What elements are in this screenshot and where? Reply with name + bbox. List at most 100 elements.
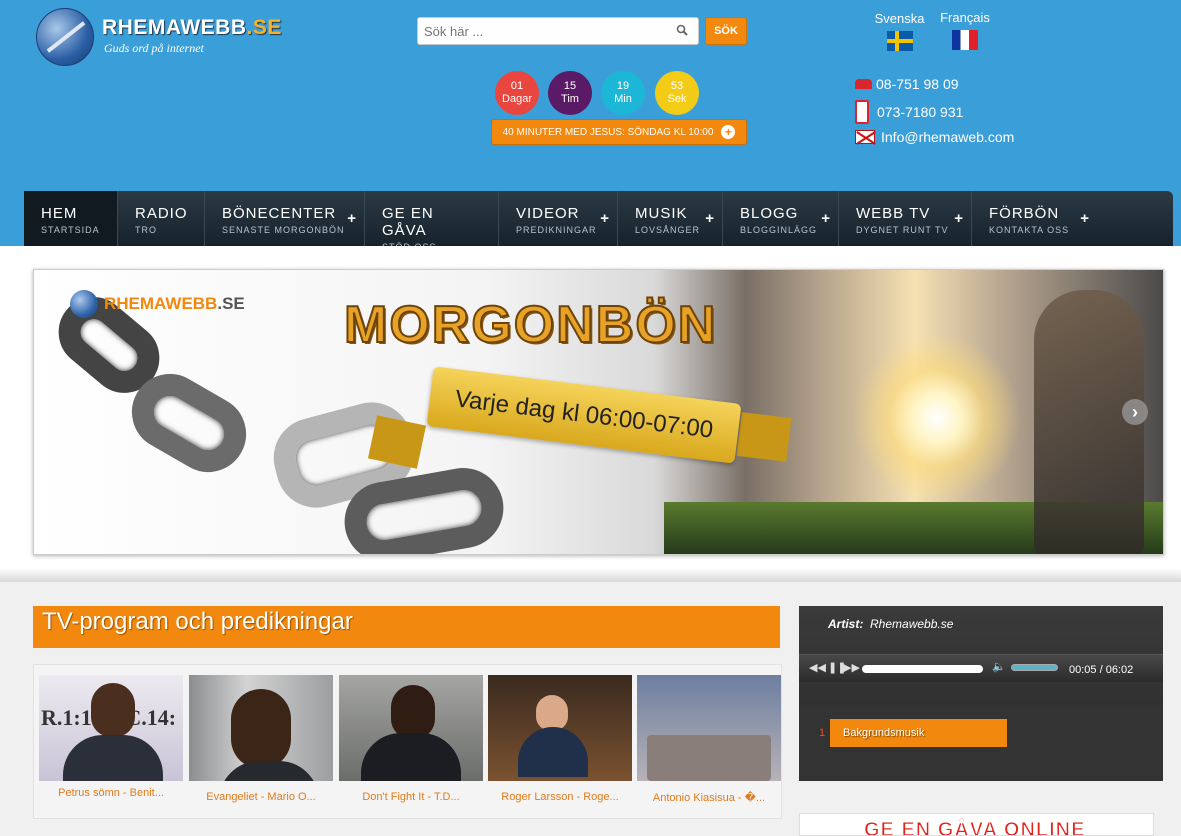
banner-title: MORGONBÖN <box>343 295 718 355</box>
countdown-seconds-unit: Sek <box>667 93 687 105</box>
video-thumbnail[interactable] <box>189 675 333 781</box>
expand-plus-icon[interactable]: + <box>705 210 714 227</box>
nav-item-hem[interactable]: HEM STARTSIDA <box>24 191 118 246</box>
video-thumbnail[interactable] <box>488 675 632 781</box>
contact-mobile-number: 073-7180 931 <box>877 104 964 120</box>
expand-plus-icon[interactable]: + <box>954 210 963 227</box>
sunrise-image <box>852 333 1022 503</box>
slider-next-arrow-icon[interactable]: › <box>1122 399 1148 425</box>
nav-item-musik[interactable]: MUSIK LOVSÅNGER + <box>618 191 723 246</box>
player-controls: ◀◀ ❚❚ ▶▶ 🔈 00:05 / 06:02 <box>799 654 1163 682</box>
volume-icon[interactable]: 🔈 <box>992 660 1006 673</box>
video-caption[interactable]: Antonio Kiasisua - �... <box>637 791 781 804</box>
nav-item-sub: KONTAKTA OSS <box>989 225 1070 235</box>
language-french[interactable]: Français <box>936 10 994 50</box>
event-button-label: 40 MINUTER MED JESUS: SÖNDAG KL 10:00 <box>502 126 714 138</box>
countdown-minutes-value: 19 <box>616 80 630 92</box>
nav-item-title: WEBB TV <box>856 205 931 222</box>
artist-info: Artist: Rhemawebb.se <box>828 617 953 631</box>
phone-icon <box>855 79 872 89</box>
countdown-hours-unit: Tim <box>561 93 579 105</box>
expand-plus-icon[interactable]: + <box>347 210 356 227</box>
artist-label: Artist: <box>828 617 864 631</box>
rewind-icon[interactable]: ◀◀ <box>809 661 826 674</box>
nav-item-forbon[interactable]: FÖRBÖN KONTAKTA OSS + <box>972 191 1097 246</box>
countdown-minutes: 19 Min <box>601 71 645 115</box>
nav-item-title: FÖRBÖN <box>989 205 1060 222</box>
nav-item-bonecenter[interactable]: BÖNECENTER SENASTE MORGONBÖN + <box>205 191 365 246</box>
search-icon[interactable] <box>676 24 688 36</box>
nav-item-videor[interactable]: VIDEOR PREDIKNINGAR + <box>499 191 618 246</box>
swedish-flag-icon <box>886 31 913 51</box>
site-logo[interactable]: RHEMAWEBB.SE Guds ord på internet <box>36 8 286 68</box>
contact-email-address[interactable]: Info@rhemaweb.com <box>881 129 1014 145</box>
nav-item-title: BLOGG <box>740 205 799 222</box>
countdown-days-value: 01 <box>510 80 524 92</box>
video-thumbnail[interactable]: R.1:17 OC.14: <box>39 675 183 781</box>
banner-logo-brand: RHEMAWEBB <box>104 294 218 313</box>
envelope-icon <box>855 130 875 144</box>
nav-item-sub: DYGNET RUNT TV <box>856 225 949 235</box>
expand-plus-icon[interactable]: + <box>600 210 609 227</box>
banner-logo-tld: .SE <box>217 294 245 313</box>
search-button[interactable]: SÖK <box>705 17 747 45</box>
fast-forward-icon[interactable]: ▶▶ <box>843 661 860 674</box>
search-input[interactable] <box>418 18 658 44</box>
nav-item-title: MUSIK <box>635 205 688 222</box>
video-thumbnail[interactable] <box>637 675 781 781</box>
artist-name: Rhemawebb.se <box>870 617 954 631</box>
nav-item-title: RADIO <box>135 205 188 222</box>
playlist-item[interactable]: Bakgrundsmusik <box>830 719 1007 747</box>
countdown-seconds-value: 53 <box>670 80 684 92</box>
video-thumbnail[interactable] <box>339 675 483 781</box>
volume-slider[interactable] <box>1011 664 1058 671</box>
nav-item-title: VIDEOR <box>516 205 580 222</box>
contact-phone: 08-751 98 09 <box>855 76 959 92</box>
nav-item-sub: LOVSÅNGER <box>635 225 701 235</box>
countdown-days-unit: Dagar <box>502 93 532 105</box>
music-player: Artist: Rhemawebb.se ◀◀ ❚❚ ▶▶ 🔈 00:05 / … <box>799 606 1163 781</box>
countdown-hours: 15 Tim <box>548 71 592 115</box>
logo-tagline: Guds ord på internet <box>104 41 204 55</box>
playlist-number: 1 <box>819 727 826 739</box>
video-list: R.1:17 OC.14: Petrus sömn - Benit... Eva… <box>33 664 782 819</box>
playlist: 1 Bakgrundsmusik <box>799 705 1163 781</box>
nav-item-radio[interactable]: RADIO TRO <box>118 191 205 246</box>
expand-plus-icon[interactable]: + <box>1080 210 1089 227</box>
ribbon-end <box>736 412 792 462</box>
search-box <box>417 17 699 45</box>
nav-item-sub: BLOGGINLÄGG <box>740 225 818 235</box>
language-swedish[interactable]: Svenska <box>872 11 927 51</box>
nav-item-title: GE EN GÅVA <box>382 205 434 239</box>
nav-item-ge-en-gava[interactable]: GE EN GÅVASTÖD OSS <box>365 191 499 252</box>
countdown-hours-value: 15 <box>563 80 577 92</box>
nav-item-sub: TRO <box>135 225 157 235</box>
gift-banner-text: GE EN GÅVA ONLINE <box>863 819 1086 836</box>
tv-section-heading: TV-program och predikningar <box>33 606 780 648</box>
logo-tld: .SE <box>246 16 282 39</box>
video-caption[interactable]: Don't Fight It - T.D... <box>339 791 483 803</box>
nav-item-webb-tv[interactable]: WEBB TV DYGNET RUNT TV + <box>839 191 972 246</box>
video-caption[interactable]: Evangeliet - Mario O... <box>189 791 333 803</box>
banner-ribbon-text: Varje dag kl 06:00-07:00 <box>453 385 715 444</box>
nav-item-title: HEM <box>41 205 78 222</box>
mobile-phone-icon <box>855 100 869 124</box>
french-flag-icon <box>952 30 978 50</box>
nav-item-sub: PREDIKNINGAR <box>516 225 597 235</box>
nav-item-blogg[interactable]: BLOGG BLOGGINLÄGG + <box>723 191 839 246</box>
video-caption[interactable]: Petrus sömn - Benit... <box>39 787 183 799</box>
video-caption[interactable]: Roger Larsson - Roge... <box>488 791 632 803</box>
progress-bar[interactable] <box>862 665 983 673</box>
logo-brand: RHEMAWEBB <box>102 16 247 39</box>
plus-circle-icon: + <box>721 125 736 139</box>
contact-mobile: 073-7180 931 <box>855 100 963 124</box>
expand-plus-icon[interactable]: + <box>821 210 830 227</box>
hero-banner[interactable]: RHEMAWEBB.SE MORGONBÖN Varje dag kl 06:0… <box>33 269 1164 555</box>
banner-ribbon: Varje dag kl 06:00-07:00 <box>426 366 742 464</box>
globe-logo-icon <box>36 8 94 66</box>
gift-banner[interactable]: GE EN GÅVA ONLINE <box>799 813 1154 836</box>
event-button[interactable]: 40 MINUTER MED JESUS: SÖNDAG KL 10:00 + <box>491 119 747 145</box>
countdown-minutes-unit: Min <box>614 93 632 105</box>
contact-email[interactable]: Info@rhemaweb.com <box>855 129 1014 145</box>
globe-logo-icon <box>70 290 98 318</box>
